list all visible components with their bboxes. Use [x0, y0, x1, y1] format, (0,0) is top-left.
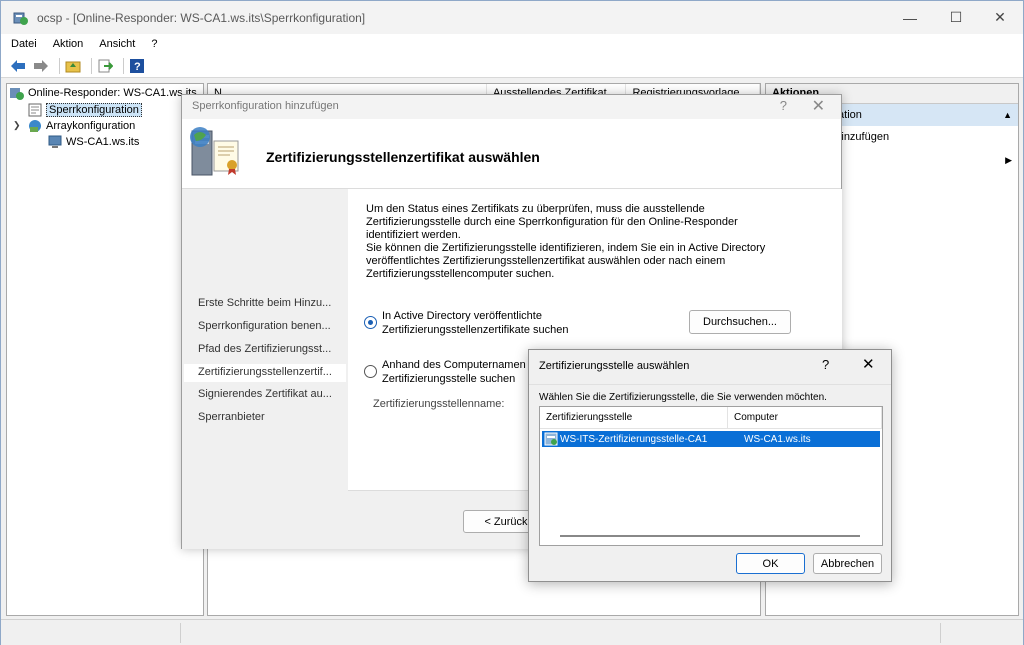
minimize-button[interactable]: —: [887, 1, 933, 34]
collapse-up-icon[interactable]: ▲: [1003, 104, 1012, 126]
description-line: Sie können die Zertifizierungsstelle ide…: [366, 242, 766, 254]
tree-item-ws-ca1[interactable]: WS-CA1.ws.its: [47, 134, 139, 150]
ca-list: Zertifizierungsstelle Computer WS-ITS-Ze…: [539, 406, 883, 546]
wizard-description: Um den Status eines Zertifikats zu überp…: [366, 203, 796, 281]
wizard-heading: Zertifizierungsstellenzertifikat auswähl…: [266, 149, 540, 165]
ca-name-label: Zertifizierungsstellenname:: [373, 398, 505, 410]
menu-datei[interactable]: Datei: [1, 38, 45, 50]
toolbar-separator: [59, 57, 60, 74]
submenu-arrow-icon: ▶: [1005, 155, 1012, 165]
ca-dialog-prompt: Wählen Sie die Zertifizierungsstelle, di…: [539, 392, 827, 403]
description-line: veröffentlichtes Zertifizierungsstellenz…: [366, 255, 726, 267]
menu-aktion[interactable]: Aktion: [45, 38, 92, 50]
column-header-computer[interactable]: Computer: [728, 407, 882, 428]
cancel-button[interactable]: Abbrechen: [813, 553, 882, 574]
menu-bar: Datei Aktion Ansicht ?: [1, 34, 1023, 54]
description-line: identifiziert werden.: [366, 229, 461, 241]
horizontal-scrollbar[interactable]: [560, 535, 860, 537]
tree-item-sperrkonfiguration[interactable]: Sperrkonfiguration: [27, 102, 142, 118]
computer-icon: [48, 135, 62, 148]
ca-server-icon: [544, 432, 558, 446]
forward-arrow-icon[interactable]: [32, 57, 50, 75]
wizard-title[interactable]: Sperrkonfiguration hinzufügen: [182, 95, 841, 119]
back-arrow-icon[interactable]: [9, 57, 27, 75]
wizard-step-current[interactable]: Zertifizierungsstellenzertif...: [198, 366, 338, 378]
wizard-steps: Erste Schritte beim Hinzu... Sperrkonfig…: [182, 189, 348, 549]
option-text: Anhand des Computernamen: [382, 359, 526, 371]
radio-computer-name-label[interactable]: Anhand des Computernamen Zertifizierungs…: [382, 358, 526, 386]
status-segment: [181, 623, 941, 643]
tree-item-label: WS-CA1.ws.its: [66, 136, 140, 148]
array-config-icon: [29, 120, 41, 132]
option-text: In Active Directory veröffentlichte: [382, 310, 542, 322]
select-ca-dialog: Zertifizierungsstelle auswählen ? ✕ Wähl…: [528, 349, 892, 582]
toolbar: ?: [1, 54, 1023, 78]
ca-dialog-close-button[interactable]: ✕: [862, 355, 875, 373]
export-list-icon[interactable]: [96, 57, 114, 75]
tree-item-label: Arraykonfiguration: [46, 120, 136, 132]
maximize-button[interactable]: ☐: [933, 1, 979, 34]
tree-item-label: Sperrkonfiguration: [46, 103, 142, 117]
tree-item-arraykonfiguration[interactable]: Arraykonfiguration: [27, 118, 135, 134]
status-segment: [1, 623, 181, 643]
toolbar-separator: [91, 57, 92, 74]
wizard-step[interactable]: Pfad des Zertifizierungsst...: [198, 343, 338, 355]
description-line: Um den Status eines Zertifikats zu überp…: [366, 203, 705, 215]
close-button[interactable]: ✕: [977, 1, 1023, 34]
title-bar[interactable]: ocsp - [Online-Responder: WS-CA1.ws.its\…: [1, 1, 1023, 34]
tree-root-label: Online-Responder: WS-CA1.ws.its: [28, 87, 197, 99]
radio-computer-name[interactable]: [364, 365, 377, 378]
ocsp-server-icon: [10, 88, 24, 100]
ca-computer-cell: WS-CA1.ws.its: [744, 433, 811, 445]
help-icon[interactable]: ?: [128, 57, 146, 75]
ca-dialog-title[interactable]: Zertifizierungsstelle auswählen: [539, 360, 689, 372]
column-header-ca[interactable]: Zertifizierungsstelle: [540, 407, 728, 428]
console-tree: Online-Responder: WS-CA1.ws.its Sperrkon…: [6, 83, 204, 616]
description-line: Zertifizierungsstelle durch eine Sperrko…: [366, 216, 738, 228]
wizard-help-button[interactable]: ?: [780, 98, 787, 113]
divider: [529, 384, 891, 385]
wizard-close-button[interactable]: ✕: [812, 96, 825, 116]
toolbar-separator: [123, 57, 124, 74]
svg-text:?: ?: [134, 61, 141, 73]
ca-dialog-help-button[interactable]: ?: [822, 357, 829, 372]
radio-active-directory[interactable]: [364, 316, 377, 329]
chevron-down-icon[interactable]: ❯: [13, 120, 21, 131]
menu-help[interactable]: ?: [143, 38, 165, 50]
ca-list-header: Zertifizierungsstelle Computer: [540, 407, 882, 429]
revocation-config-icon: [28, 103, 42, 117]
ok-button[interactable]: OK: [736, 553, 805, 574]
certificate-server-icon: [190, 127, 239, 176]
menu-ansicht[interactable]: Ansicht: [91, 38, 143, 50]
radio-active-directory-label[interactable]: In Active Directory veröffentlichte Zert…: [382, 309, 568, 337]
status-bar: [1, 619, 1023, 645]
wizard-step[interactable]: Sperranbieter: [198, 411, 338, 423]
up-folder-icon[interactable]: [64, 57, 82, 75]
ca-list-row[interactable]: WS-ITS-Zertifizierungsstelle-CA1 WS-CA1.…: [542, 431, 880, 447]
wizard-step[interactable]: Signierendes Zertifikat au...: [198, 388, 338, 400]
window-title: ocsp - [Online-Responder: WS-CA1.ws.its\…: [37, 10, 366, 25]
ocsp-app-icon: [13, 12, 28, 25]
wizard-step[interactable]: Erste Schritte beim Hinzu...: [198, 297, 338, 309]
tree-root[interactable]: Online-Responder: WS-CA1.ws.its: [9, 85, 197, 101]
wizard-step[interactable]: Sperrkonfiguration benen...: [198, 320, 338, 332]
description-line: Zertifizierungsstellencomputer suchen.: [366, 268, 555, 280]
option-text: Zertifizierungsstellenzertifikate suchen: [382, 324, 569, 336]
ca-name-cell: WS-ITS-Zertifizierungsstelle-CA1: [560, 433, 708, 445]
option-text: Zertifizierungsstelle suchen: [382, 373, 516, 385]
browse-button[interactable]: Durchsuchen...: [689, 310, 791, 334]
wizard-header: Zertifizierungsstellenzertifikat auswähl…: [182, 119, 841, 189]
